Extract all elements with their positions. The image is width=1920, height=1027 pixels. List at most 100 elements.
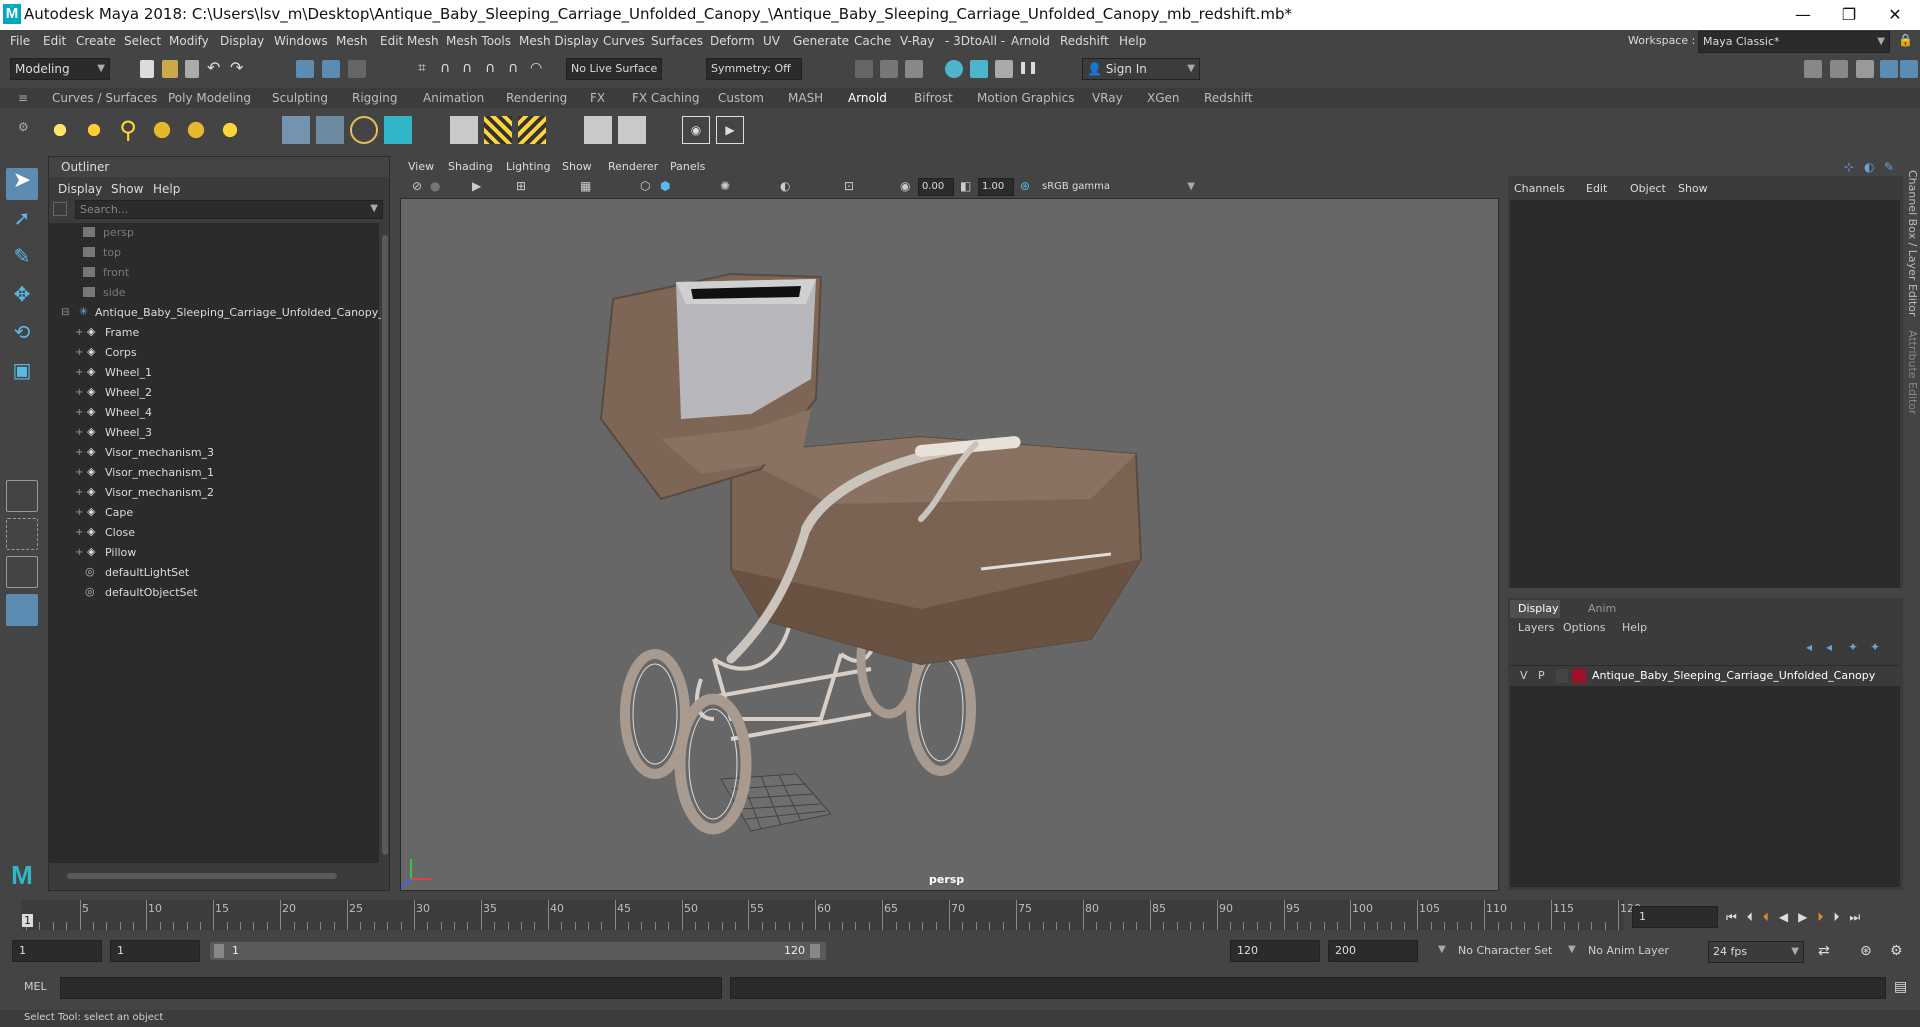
layer-color-swatch[interactable] [1572,669,1586,683]
smooth-shade-icon[interactable]: ⬢ [660,179,670,193]
expand-icon[interactable]: + [75,368,84,378]
layer-row[interactable]: V P Antique_Baby_Sleeping_Carriage_Unfol… [1510,666,1900,686]
step-forward-key-icon[interactable]: ⏵ [1833,910,1839,925]
lights-icon[interactable]: ✺ [720,179,730,193]
physical-sky-icon[interactable] [216,116,244,144]
layer-tab-anim[interactable]: Anim [1588,602,1616,615]
viewport-menu-panels[interactable]: Panels [670,160,705,173]
anim-layer-label[interactable]: No Anim Layer [1588,944,1669,957]
redo-icon[interactable]: ↷ [230,58,243,77]
snap-projected-icon[interactable]: ∩ [485,60,495,76]
list-item[interactable]: front [49,263,379,283]
menu-mesh-tools[interactable]: Mesh Tools [446,34,511,48]
new-layer-selected-icon[interactable]: ✦ [1870,640,1880,654]
move-layer-down-icon[interactable]: ◂ [1826,640,1832,654]
wireframe-icon[interactable]: ⬡ [640,179,650,193]
expand-icon[interactable]: + [75,548,84,558]
hypershade-icon[interactable] [995,60,1013,78]
outliner-horizontal-scrollbar[interactable] [53,871,379,881]
viewport-menu-show[interactable]: Show [562,160,592,173]
eye-icon[interactable]: ◉ [682,116,710,144]
list-item[interactable]: + ◈ Pillow [49,543,379,563]
channel-menu-object[interactable]: Object [1630,182,1666,195]
range-slider-start-handle[interactable] [214,944,224,958]
shelf-tab-sculpting[interactable]: Sculpting [272,91,328,105]
layer-tab-display[interactable]: Display [1510,600,1560,618]
menu-modify[interactable]: Modify [169,34,209,48]
isolate-icon[interactable]: ⊡ [844,179,854,193]
go-to-start-icon[interactable]: ⏮ [1726,910,1737,925]
snap-view-icon[interactable]: ∩ [508,60,518,76]
layer-menu-help[interactable]: Help [1622,621,1647,634]
mode-dropdown[interactable]: Modeling ▼ [10,58,110,80]
attribute-editor-icon[interactable] [1856,60,1874,78]
undo-icon[interactable]: ↶ [207,58,220,77]
viewport-menu-view[interactable]: View [408,160,434,173]
light-portal-icon[interactable] [182,116,210,144]
shelf-gear-icon[interactable]: ⚙ [18,120,29,134]
anim-start-field[interactable]: 1 [110,940,200,962]
list-item[interactable]: + ◈ Wheel_1 [49,363,379,383]
channel-menu-channels[interactable]: Channels [1514,182,1565,195]
shelf-tab-animation[interactable]: Animation [423,91,484,105]
move-layer-up-icon[interactable]: ◂ [1806,640,1812,654]
two-pane-layout-icon[interactable] [6,556,38,588]
layer-visibility-toggle[interactable]: V [1520,669,1528,682]
menu-select[interactable]: Select [124,34,161,48]
list-item[interactable]: + ◈ Wheel_2 [49,383,379,403]
select-hierarchy-icon[interactable] [296,60,314,78]
shelf-tab-vray[interactable]: VRay [1092,91,1123,105]
mel-command-input[interactable] [60,977,722,999]
shelf-tab-redshift[interactable]: Redshift [1204,91,1253,105]
gamma-field[interactable]: 1.00 [978,178,1014,196]
shelf-tab-bifrost[interactable]: Bifrost [914,91,953,105]
expand-icon[interactable]: + [75,508,84,518]
shelf-menu-icon[interactable]: ≡ [18,91,28,105]
render-arnold-icon[interactable] [384,116,412,144]
shelf-tab-motion-graphics[interactable]: Motion Graphics [977,91,1075,105]
modeling-toolkit-icon[interactable] [1804,60,1822,78]
menu-redshift[interactable]: Redshift [1060,34,1109,48]
menu-help[interactable]: Help [1119,34,1146,48]
character-controls-icon[interactable] [1830,60,1848,78]
list-item[interactable]: + ◈ Corps [49,343,379,363]
fps-dropdown[interactable]: 24 fps ▼ [1708,941,1804,963]
end-time-field[interactable]: 120 [1230,940,1320,962]
menu-curves[interactable]: Curves [603,34,645,48]
snap-curve-icon[interactable]: ∩ [440,60,450,76]
layer-reference-toggle[interactable] [1556,669,1568,683]
texture-manager-icon[interactable] [450,116,478,144]
scale-tool-icon[interactable]: ▣ [6,358,38,390]
list-item[interactable]: persp [49,223,379,243]
step-back-frame-icon[interactable]: ⏴ [1763,910,1769,925]
shelf-tab-arnold[interactable]: Arnold [848,91,887,105]
outliner-vertical-scrollbar[interactable] [381,223,389,863]
list-item[interactable]: + ◈ Close [49,523,379,543]
viewport-menu-shading[interactable]: Shading [448,160,493,173]
list-item[interactable]: + ◈ Visor_mechanism_1 [49,463,379,483]
color-space-dropdown[interactable]: sRGB gamma ▼ [1038,178,1200,196]
3d-viewport[interactable]: persp [400,198,1499,891]
character-set-label[interactable]: No Character Set [1458,944,1552,957]
menu-generate[interactable]: Generate [793,34,849,48]
render-settings-icon[interactable] [970,60,988,78]
range-slider[interactable]: 1 120 [210,942,826,960]
exposure-icon[interactable]: ◉ [900,179,910,193]
outliner-filter-icon[interactable] [53,202,67,216]
shelf-tab-fx-caching[interactable]: FX Caching [632,91,699,105]
layer-editor-toggle-icon[interactable] [1900,60,1918,78]
outliner-layout-icon[interactable] [6,594,38,626]
menu-display[interactable]: Display [220,34,264,48]
select-object-icon[interactable] [322,60,340,78]
collapse-icon[interactable]: ⊟ [61,308,70,318]
current-frame-field[interactable]: 1 [1632,906,1718,928]
list-item[interactable]: top [49,243,379,263]
menu-uv[interactable]: UV [763,34,780,48]
grid-toggle-icon[interactable]: ⊞ [516,179,526,193]
move-tool-icon[interactable]: ✥ [6,282,38,314]
layer-playback-toggle[interactable]: P [1538,669,1545,682]
list-item[interactable]: ◎ defaultObjectSet [49,583,379,603]
arnold-render-view-icon[interactable] [584,116,612,144]
expand-icon[interactable]: + [75,328,84,338]
menu-file[interactable]: File [10,34,30,48]
